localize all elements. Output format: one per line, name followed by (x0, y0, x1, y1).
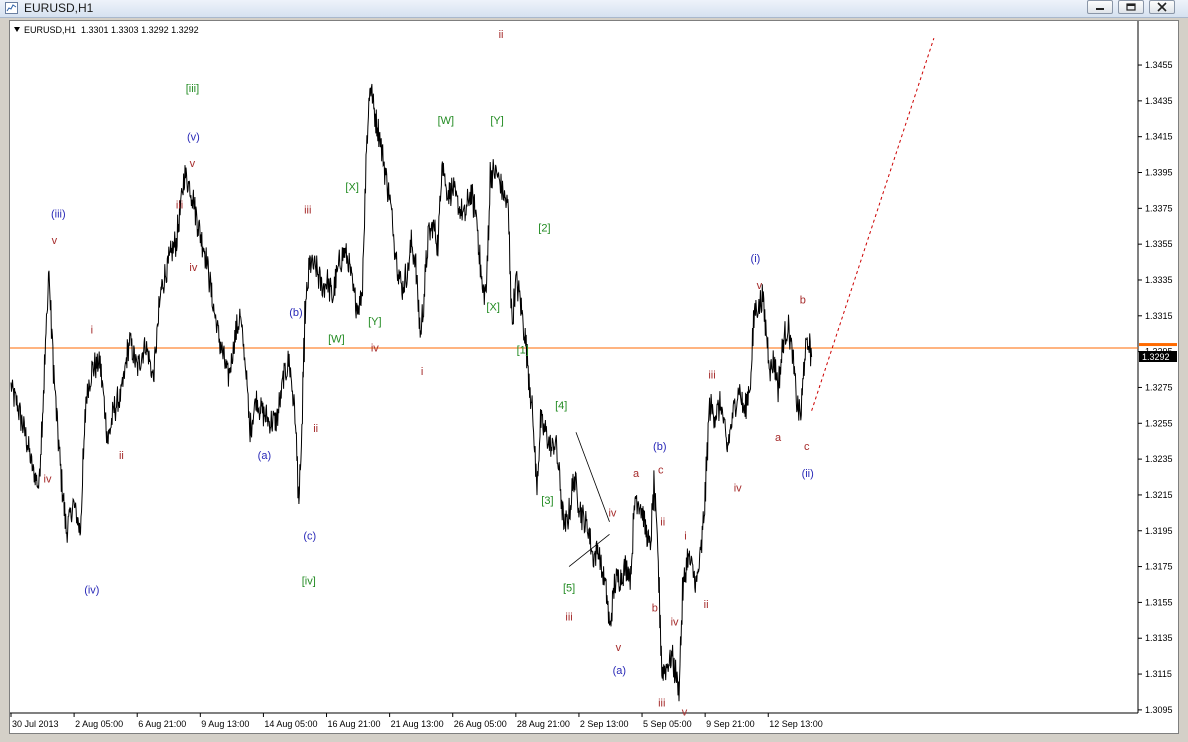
time-tick-label: 2 Sep 13:00 (580, 719, 629, 729)
time-tick-label: 14 Aug 05:00 (264, 719, 317, 729)
price-tick-label: 1.3455 (1145, 60, 1173, 70)
window-titlebar[interactable]: EURUSD,H1 (0, 0, 1188, 18)
window-title: EURUSD,H1 (24, 1, 94, 15)
wave-label: [W] (438, 115, 455, 127)
wave-label: i (684, 531, 686, 543)
price-tick-label: 1.3335 (1145, 275, 1173, 285)
chart-window-icon (5, 2, 18, 14)
price-tick-label: 1.3175 (1145, 562, 1173, 572)
price-tick-label: 1.3095 (1145, 705, 1173, 715)
price-tick-label: 1.3195 (1145, 526, 1173, 536)
price-tick-label: 1.3155 (1145, 597, 1173, 607)
wave-label: iv (44, 473, 52, 485)
wave-label: (i) (751, 253, 761, 265)
price-tick-label: 1.3435 (1145, 96, 1173, 106)
projection-line (811, 38, 935, 411)
wave-label: iii (176, 199, 183, 211)
wave-label: iv (608, 507, 616, 519)
wave-label: ii (660, 516, 665, 528)
wave-label: iv (671, 617, 679, 629)
price-tick-label: 1.3255 (1145, 418, 1173, 428)
wave-label: iii (565, 611, 572, 623)
wave-label: [iv] (302, 575, 316, 587)
time-tick-label: 21 Aug 13:00 (391, 719, 444, 729)
minimize-button[interactable] (1087, 0, 1113, 14)
wave-label: [X] (345, 181, 358, 193)
chart-area[interactable]: EURUSD,H1 1.3301 1.3303 1.3292 1.3292 1.… (9, 20, 1179, 734)
wave-label: i (421, 366, 423, 378)
wave-label: (b) (289, 307, 302, 319)
price-tick-label: 1.3355 (1145, 239, 1173, 249)
wave-label: [X] (486, 301, 499, 313)
wave-label: c (658, 464, 664, 476)
wave-label: iv (734, 482, 742, 494)
time-tick-label: 28 Aug 21:00 (517, 719, 570, 729)
wave-label: iv (189, 262, 197, 274)
wave-label: ii (499, 29, 504, 41)
price-tick-label: 1.3315 (1145, 311, 1173, 321)
current-price-label: 1.3292 (1142, 352, 1170, 362)
wave-label: [1] (517, 344, 529, 356)
wave-label: (a) (258, 450, 271, 462)
wave-label: (c) (303, 531, 316, 543)
wave-label: v (616, 642, 622, 654)
time-tick-label: 26 Aug 05:00 (454, 719, 507, 729)
wave-label: ii (119, 450, 124, 462)
price-tick-label: 1.3115 (1145, 669, 1172, 679)
wave-label: [Y] (368, 316, 381, 328)
price-tick-label: 1.3215 (1145, 490, 1173, 500)
wave-label: a (633, 468, 640, 480)
wave-label: (iv) (84, 584, 99, 596)
price-chart[interactable]: 1.3455 1.3435 1.3415 1.3395 1.3375 1.3355 1.33… (10, 21, 1178, 733)
restore-icon (1126, 3, 1136, 11)
close-icon (1157, 2, 1167, 12)
wave-label: v (682, 706, 688, 718)
wave-label: i (91, 325, 93, 337)
time-tick-label: 2 Aug 05:00 (75, 719, 123, 729)
price-tick-label: 1.3395 (1145, 168, 1173, 178)
time-tick-label: 16 Aug 21:00 (328, 719, 381, 729)
minimize-icon (1096, 8, 1104, 10)
wave-label: (iii) (51, 208, 66, 220)
wave-label: [iii] (186, 83, 199, 95)
price-tick-label: 1.3415 (1145, 132, 1173, 142)
wave-label: iii (708, 370, 715, 382)
wave-label: [4] (555, 400, 567, 412)
price-tick-label: 1.3235 (1145, 454, 1173, 464)
time-tick-label: 30 Jul 2013 (12, 719, 59, 729)
time-tick-label: 9 Aug 13:00 (201, 719, 249, 729)
wave-label: b (800, 294, 806, 306)
price-tick-label: 1.3275 (1145, 382, 1173, 392)
level-price-tag (1139, 343, 1177, 347)
price-tick-label: 1.3375 (1145, 203, 1173, 213)
wave-label: ii (704, 599, 709, 611)
wave-label: v (52, 235, 58, 247)
wave-label: [5] (563, 583, 575, 595)
wave-label: [2] (538, 223, 550, 235)
restore-button[interactable] (1118, 0, 1144, 14)
wave-label: [Y] (490, 115, 503, 127)
wave-label: (v) (187, 131, 200, 143)
wave-label: iii (304, 205, 311, 217)
wave-label: (a) (613, 665, 626, 677)
time-tick-label: 12 Sep 13:00 (769, 719, 823, 729)
time-tick-label: 5 Sep 05:00 (643, 719, 692, 729)
wave-label: iv (371, 343, 379, 355)
wave-label: a (775, 432, 782, 444)
wave-label: [3] (541, 495, 553, 507)
close-button[interactable] (1149, 0, 1175, 14)
time-tick-label: 9 Sep 21:00 (706, 719, 755, 729)
wave-label: c (804, 441, 810, 453)
time-tick-label: 6 Aug 21:00 (138, 719, 186, 729)
wave-label: b (652, 602, 658, 614)
price-series-line (10, 83, 813, 702)
wave-label: [W] (328, 334, 345, 346)
price-tick-label: 1.3135 (1145, 633, 1173, 643)
wave-label: (b) (653, 441, 666, 453)
wave-label: iii (658, 697, 665, 709)
wave-label: v (757, 280, 763, 292)
wave-label: v (190, 158, 196, 170)
wave-label: ii (313, 423, 318, 435)
wave-label: (ii) (802, 468, 814, 480)
